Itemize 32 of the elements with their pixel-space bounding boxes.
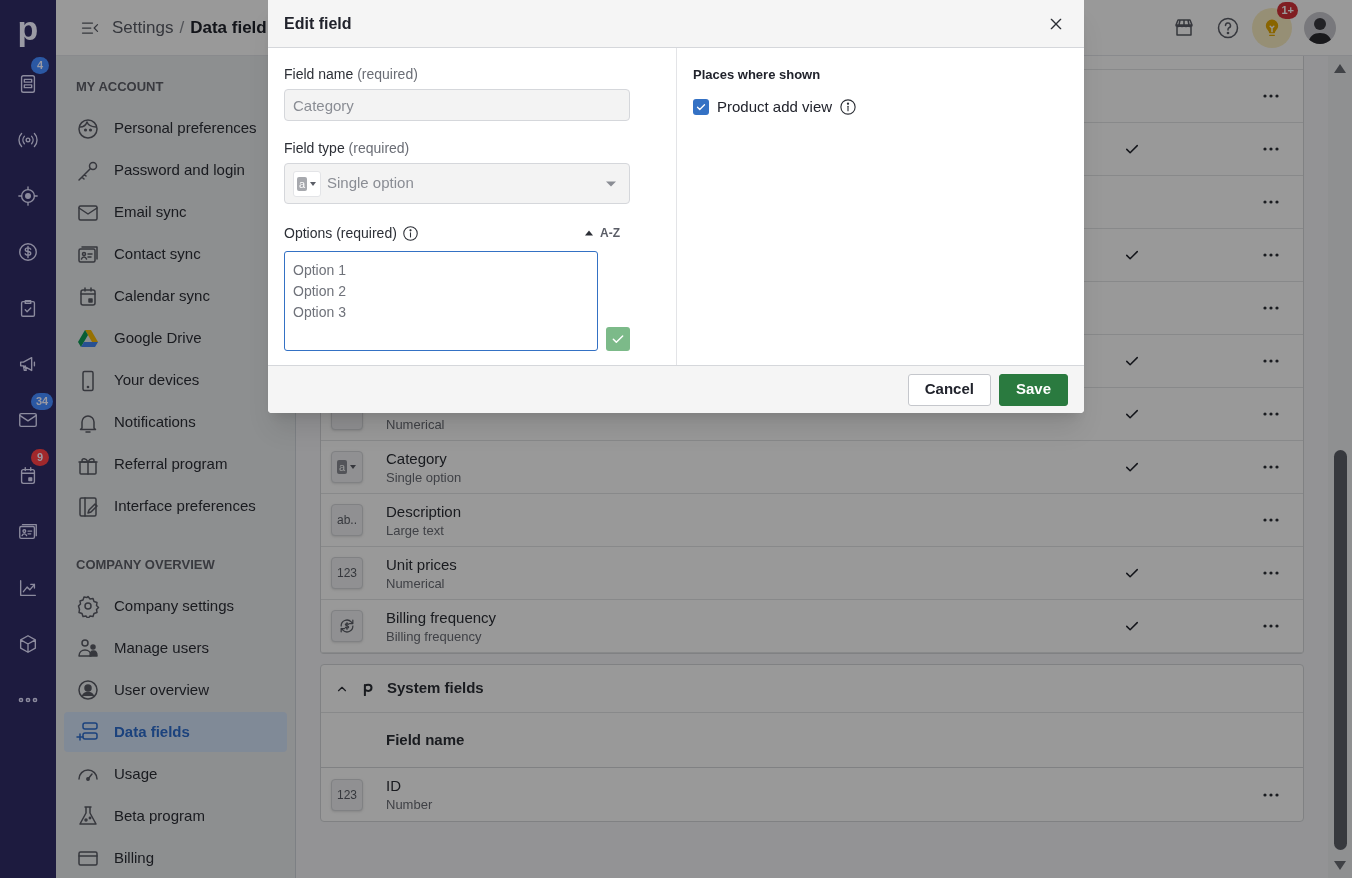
- breadcrumb-separator: /: [179, 16, 185, 39]
- field-label: Options (required): [284, 224, 397, 242]
- dialog-title: Edit field: [284, 13, 352, 34]
- field-type-icon: a: [331, 451, 363, 483]
- field-name: ID: [386, 776, 402, 796]
- checkbox-label: Product add view: [717, 97, 833, 117]
- field-type-label: Number: [386, 796, 434, 813]
- field-name: Category: [386, 448, 448, 469]
- notification-badge: 9: [31, 449, 49, 466]
- field-label: Field name (required): [284, 66, 419, 83]
- field-label: Field type (required): [284, 140, 411, 157]
- field-type-icon: 123: [331, 778, 363, 811]
- field-name: Billing frequency: [386, 607, 498, 628]
- notification-badge: 4: [31, 57, 49, 74]
- notification-badge: 1+: [1277, 1, 1298, 19]
- section-title: System fields: [387, 678, 484, 699]
- field-type-label: Numerical: [386, 415, 446, 433]
- section-heading: MY ACCOUNT: [75, 78, 165, 96]
- field-type-label: Numerical: [386, 574, 446, 592]
- column-header: Field name: [386, 729, 465, 750]
- section-heading: COMPANY OVERVIEW: [75, 555, 216, 574]
- field-name: Unit prices: [386, 554, 458, 575]
- field-type-label: Single option: [386, 468, 463, 486]
- notification-badge: 34: [31, 393, 54, 410]
- field-type-label: Large text: [386, 521, 445, 539]
- field-type-icon: ab..: [331, 504, 363, 536]
- section-title: Places where shown: [693, 67, 822, 83]
- page-title: Data field: [190, 16, 267, 39]
- field-type-icon: 123: [331, 557, 363, 589]
- field-type-icon: a: [293, 170, 321, 197]
- field-type-label: Billing frequency: [386, 627, 483, 645]
- field-name: Description: [386, 501, 463, 522]
